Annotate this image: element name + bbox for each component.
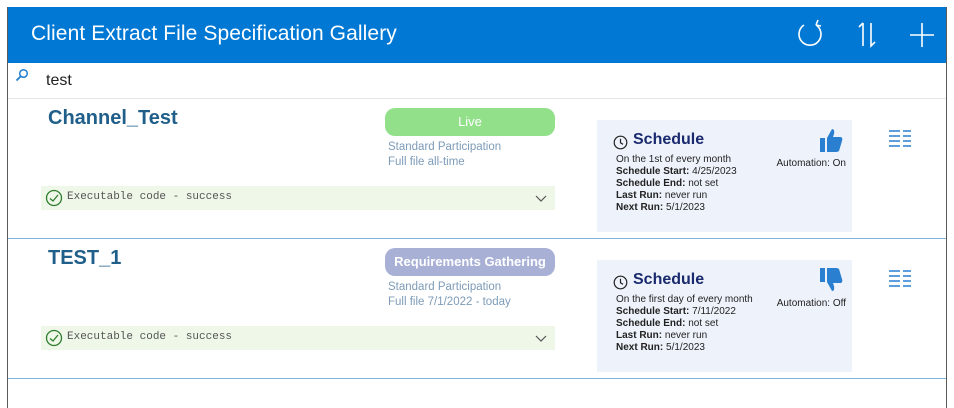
sort-icon <box>858 22 876 48</box>
details-menu-icon[interactable] <box>888 269 912 287</box>
last-run: Last Run: never run <box>616 190 737 202</box>
last-run-label: Last Run: <box>616 330 663 341</box>
list-item[interactable]: TEST_1 Requirements Gathering Standard P… <box>8 239 946 379</box>
schedule-end-label: Schedule End: <box>616 318 686 329</box>
gallery-screen: Client Extract File Specification Galler… <box>7 7 947 408</box>
refresh-button[interactable] <box>794 19 826 51</box>
search-bar <box>8 63 946 99</box>
schedule-end: Schedule End: not set <box>616 318 753 330</box>
file-range-text: Full file all-time <box>388 156 465 168</box>
add-button[interactable] <box>906 19 938 51</box>
participation-text: Standard Participation <box>388 141 502 153</box>
last-run-value: never run <box>664 190 708 201</box>
thumbs-down-icon[interactable] <box>818 267 844 293</box>
automation-status: Automation: Off <box>776 298 846 309</box>
schedule-panel: Schedule Automation: Off On the first da… <box>597 260 852 372</box>
schedule-start: Schedule Start: 7/11/2022 <box>616 306 753 318</box>
check-circle-icon <box>45 329 63 347</box>
chevron-down-icon[interactable] <box>535 192 547 204</box>
schedule-panel: Schedule Automation: On On the 1st of ev… <box>597 120 852 232</box>
schedule-end: Schedule End: not set <box>616 178 737 190</box>
clock-icon <box>613 135 628 150</box>
file-range-text: Full file 7/1/2022 - today <box>388 296 511 308</box>
last-run-value: never run <box>664 330 708 341</box>
schedule-end-value: not set <box>688 178 719 189</box>
card-title: Channel_Test <box>48 107 178 129</box>
schedule-end-label: Schedule End: <box>616 178 686 189</box>
next-run-label: Next Run: <box>616 342 664 353</box>
schedule-details: On the 1st of every month Schedule Start… <box>616 154 737 214</box>
add-icon <box>910 23 934 47</box>
next-run-value: 5/1/2023 <box>666 202 705 213</box>
search-input[interactable] <box>46 69 926 93</box>
card-title: TEST_1 <box>48 247 122 269</box>
participation-text: Standard Participation <box>388 281 502 293</box>
exec-status-row[interactable]: Executable code - success <box>41 326 555 350</box>
schedule-frequency: On the 1st of every month <box>616 154 732 165</box>
schedule-title: Schedule <box>633 131 705 148</box>
list-item[interactable]: Channel_Test Live Standard Participation… <box>8 99 946 239</box>
next-run-label: Next Run: <box>616 202 664 213</box>
chevron-down-icon[interactable] <box>535 332 547 344</box>
last-run: Last Run: never run <box>616 330 753 342</box>
check-circle-icon <box>45 189 63 207</box>
schedule-frequency: On the first day of every month <box>616 294 753 305</box>
exec-status-row[interactable]: Executable code - success <box>41 186 555 210</box>
refresh-icon <box>798 19 822 46</box>
schedule-details: On the first day of every month Schedule… <box>616 294 753 354</box>
automation-status: Automation: On <box>776 158 846 169</box>
status-badge: Live <box>385 108 555 136</box>
details-menu-icon[interactable] <box>888 129 912 147</box>
schedule-end-value: not set <box>688 318 719 329</box>
exec-status-text: Executable code - success <box>67 191 233 203</box>
schedule-start: Schedule Start: 4/25/2023 <box>616 166 737 178</box>
last-run-label: Last Run: <box>616 190 663 201</box>
clock-icon <box>613 275 628 290</box>
header-bar: Client Extract File Specification Galler… <box>8 7 946 63</box>
schedule-start-label: Schedule Start: <box>616 166 690 177</box>
search-icon <box>15 68 29 82</box>
schedule-title: Schedule <box>633 271 705 288</box>
schedule-start-label: Schedule Start: <box>616 306 690 317</box>
next-run: Next Run: 5/1/2023 <box>616 342 753 354</box>
thumbs-up-icon[interactable] <box>818 127 844 153</box>
schedule-start-value: 4/25/2023 <box>692 166 737 177</box>
sort-button[interactable] <box>851 19 883 51</box>
next-run-value: 5/1/2023 <box>666 342 705 353</box>
page-title: Client Extract File Specification Galler… <box>31 22 397 45</box>
schedule-start-value: 7/11/2022 <box>692 306 736 317</box>
exec-status-text: Executable code - success <box>67 331 233 343</box>
status-badge: Requirements Gathering <box>385 248 555 276</box>
next-run: Next Run: 5/1/2023 <box>616 202 737 214</box>
